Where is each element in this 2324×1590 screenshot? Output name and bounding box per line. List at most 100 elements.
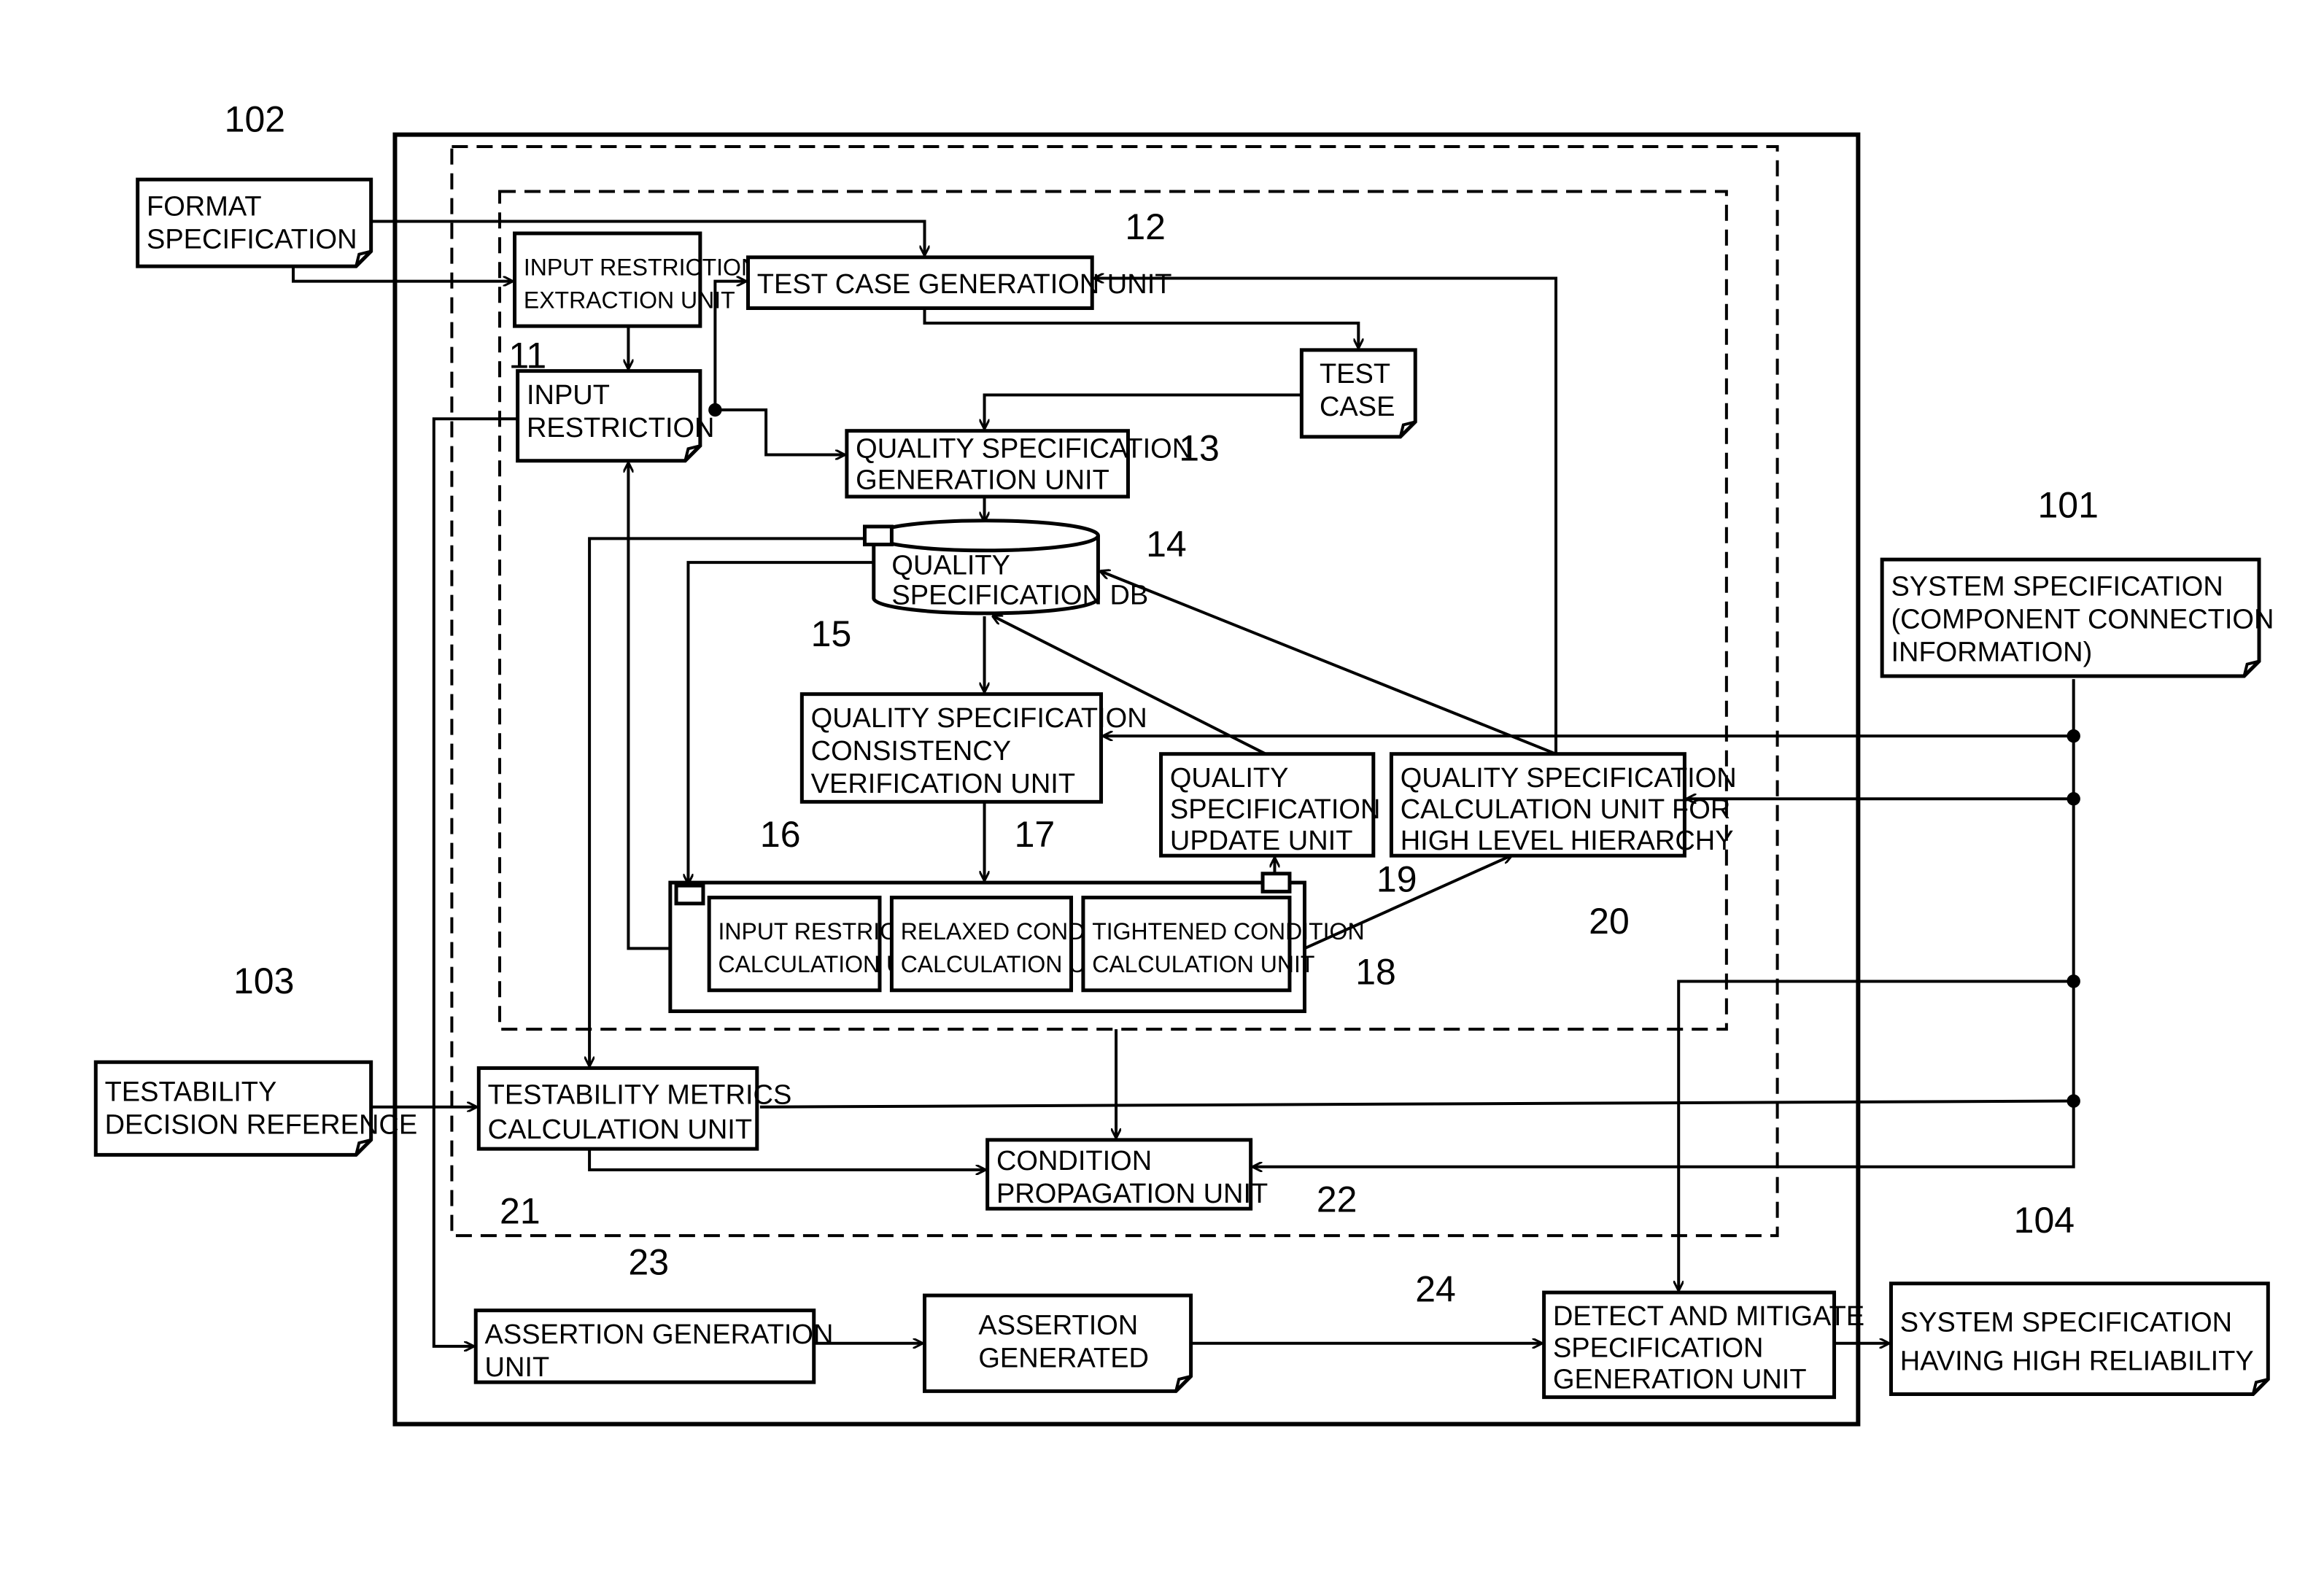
high-reliability-spec-doc-label: SYSTEM SPECIFICATION	[1900, 1307, 2232, 1338]
high-reliability-spec-doc: SYSTEM SPECIFICATION HAVING HIGH RELIABIL…	[1889, 1281, 2270, 1397]
calc-to-restriction-arrow	[628, 464, 670, 950]
quality-spec-generation-unit: QUALITY SPECIFICATIONGENERATION UNIT	[845, 429, 1192, 499]
ref-17: 17	[1015, 814, 1056, 855]
testcase-gen-to-testcase-arrow	[923, 308, 1359, 347]
consistency-verification-unit-label: CONSISTENCY	[811, 736, 1011, 767]
junction-dot	[2067, 792, 2080, 806]
detect-mitigate-generation-unit: DETECT AND MITIGATESPECIFICATIONGENERATI…	[1542, 1290, 1864, 1400]
high-reliability-spec-doc-border	[1889, 1281, 2270, 1397]
ref-103: 103	[233, 961, 294, 1001]
format-specification-doc-label: SPECIFICATION	[147, 224, 357, 255]
tightened-condition-calculation-unit-label: CALCULATION UNIT	[1092, 951, 1314, 977]
testability-decision-reference-doc-label: TESTABILITY	[105, 1077, 277, 1108]
db-top	[872, 519, 1100, 553]
detect-mitigate-generation-unit-label: GENERATION UNIT	[1553, 1364, 1807, 1395]
consistency-verification-unit-label: QUALITY SPECIFICATION	[811, 703, 1147, 734]
condition-propagation-unit: CONDITIONPROPAGATION UNIT	[985, 1138, 1268, 1211]
quality-spec-generation-unit-label: QUALITY SPECIFICATION	[856, 434, 1192, 465]
quality-specification-db: QUALITYSPECIFICATION DB	[862, 519, 1148, 616]
detect-mitigate-generation-unit-label: DETECT AND MITIGATE	[1553, 1301, 1864, 1332]
testability-decision-reference-doc: TESTABILITYDECISION REFERENCE	[93, 1060, 418, 1157]
ref-12: 12	[1125, 206, 1166, 247]
assertion-generation-unit: ASSERTION GENERATIONUNIT	[473, 1308, 834, 1384]
system-spec-to-detect-arrow	[1678, 980, 2074, 1290]
testability-metrics-calculation-unit-label: TESTABILITY METRICS	[488, 1080, 792, 1111]
system-specification-doc: SYSTEM SPECIFICATION(COMPONENT CONNECTIO…	[1880, 557, 2274, 678]
quality-spec-update-unit-label: UPDATE UNIT	[1170, 826, 1353, 856]
high-reliability-spec-doc-label: HAVING HIGH RELIABILITY	[1900, 1346, 2254, 1377]
consistency-verification-unit: QUALITY SPECIFICATIONCONSISTENCYVERIFICA…	[799, 692, 1147, 804]
high-level-hierarchy-calculation-unit-label: QUALITY SPECIFICATION	[1401, 763, 1737, 794]
testability-metrics-calculation-unit-label: CALCULATION UNIT	[488, 1114, 752, 1145]
assertion-generated-doc-label: GENERATED	[978, 1343, 1149, 1374]
ref-18: 18	[1355, 952, 1396, 993]
system-specification-doc-label: SYSTEM SPECIFICATION	[1891, 571, 2223, 602]
test-case-doc-label: CASE	[1320, 392, 1395, 422]
input-restriction-doc: INPUTRESTRICTION	[516, 369, 715, 463]
ref-14: 14	[1146, 524, 1187, 565]
block-diagram: FORMAT SPECIFICATION 102 SYSTEM SPECIFICATI…	[0, 0, 2324, 1590]
testability-metrics-calculation-unit: TESTABILITY METRICSCALCULATION UNIT	[476, 1066, 792, 1151]
test-case-doc: TESTCASE	[1299, 348, 1417, 439]
testability-decision-reference-doc-border	[93, 1060, 373, 1157]
system-spec-to-testability-line	[759, 1099, 2074, 1109]
high-level-to-db-arrow	[1101, 571, 1557, 756]
test-case-generation-unit-label: TEST CASE GENERATION UNIT	[757, 269, 1172, 300]
port-icon	[1260, 872, 1292, 893]
quality-spec-generation-unit-label: GENERATION UNIT	[856, 465, 1109, 496]
assertion-generated-doc: ASSERTIONGENERATED	[923, 1293, 1193, 1393]
ref-102: 102	[225, 98, 285, 139]
port-icon	[674, 883, 705, 906]
tightened-condition-calculation-unit: TIGHTENED CONDITION CALCULATION UNIT	[1081, 896, 1365, 993]
junction-dot	[2067, 1094, 2080, 1108]
high-level-hierarchy-calculation-unit-label: CALCULATION UNIT FOR	[1401, 794, 1731, 825]
format-specification-doc: FORMATSPECIFICATION	[136, 177, 373, 268]
ref-101: 101	[2037, 485, 2098, 526]
ref-104: 104	[2014, 1200, 2075, 1241]
tightened-condition-calculation-unit-label: TIGHTENED CONDITION	[1092, 918, 1364, 945]
ref-21: 21	[500, 1191, 541, 1232]
assertion-generation-unit-label: UNIT	[485, 1352, 550, 1383]
db-label: SPECIFICATION DB	[891, 581, 1148, 611]
quality-spec-update-unit: QUALITYSPECIFICATIONUPDATE UNIT	[1159, 752, 1381, 858]
junction-dot	[2067, 974, 2080, 988]
input-restriction-extraction-unit: INPUT RESTRICTION EXTRACTION UNIT	[513, 231, 758, 328]
ref-11: 11	[508, 336, 546, 376]
db-label: QUALITY	[891, 551, 1010, 581]
port-icon	[862, 524, 894, 547]
system-specification-doc-label: INFORMATION)	[1891, 637, 2092, 668]
ref-15: 15	[811, 613, 852, 654]
format-specification-doc-label: FORMAT	[147, 191, 262, 222]
input-restriction-extraction-unit-label: EXTRACTION UNIT	[524, 287, 735, 314]
assertion-generated-doc-label: ASSERTION	[978, 1310, 1138, 1341]
testcase-to-qsgen-arrow	[985, 393, 1302, 427]
quality-spec-update-unit-label: QUALITY	[1170, 763, 1289, 794]
restriction-to-qsgen-arrow	[715, 408, 843, 455]
format-to-extraction-arrow	[291, 266, 511, 282]
quality-spec-update-unit-label: SPECIFICATION	[1170, 794, 1381, 825]
assertion-generation-unit-label: ASSERTION GENERATION	[485, 1319, 834, 1350]
ref-24: 24	[1415, 1268, 1456, 1309]
testability-decision-reference-doc-label: DECISION REFERENCE	[105, 1110, 418, 1141]
junction-dot	[2067, 729, 2080, 743]
ref-16: 16	[760, 814, 801, 855]
detect-mitigate-generation-unit-label: SPECIFICATION	[1553, 1333, 1764, 1363]
input-restriction-extraction-unit-label: INPUT RESTRICTION	[524, 254, 758, 280]
ref-22: 22	[1317, 1179, 1357, 1219]
consistency-verification-unit-label: VERIFICATION UNIT	[811, 769, 1075, 799]
ref-13: 13	[1179, 428, 1220, 469]
ref-20: 20	[1589, 901, 1630, 942]
metrics-to-propagation-arrow	[588, 1149, 984, 1170]
input-restriction-doc-label: RESTRICTION	[527, 413, 715, 443]
diagram-canvas: FORMATSPECIFICATION102SYSTEM SPECIFICATI…	[93, 98, 2274, 1427]
system-specification-doc-label: (COMPONENT CONNECTION	[1891, 604, 2274, 635]
test-case-generation-unit: TEST CASE GENERATION UNIT	[746, 255, 1172, 311]
input-restriction-doc-label: INPUT	[527, 380, 610, 411]
ref-19: 19	[1376, 858, 1417, 899]
ref-23: 23	[628, 1241, 669, 1282]
condition-propagation-unit-label: PROPAGATION UNIT	[996, 1179, 1268, 1209]
high-level-hierarchy-calculation-unit-label: HIGH LEVEL HIERARCHY	[1401, 826, 1734, 856]
test-case-doc-label: TEST	[1320, 359, 1390, 389]
condition-propagation-unit-label: CONDITION	[996, 1146, 1152, 1176]
high-level-hierarchy-calculation-unit: QUALITY SPECIFICATIONCALCULATION UNIT FO…	[1389, 752, 1737, 858]
